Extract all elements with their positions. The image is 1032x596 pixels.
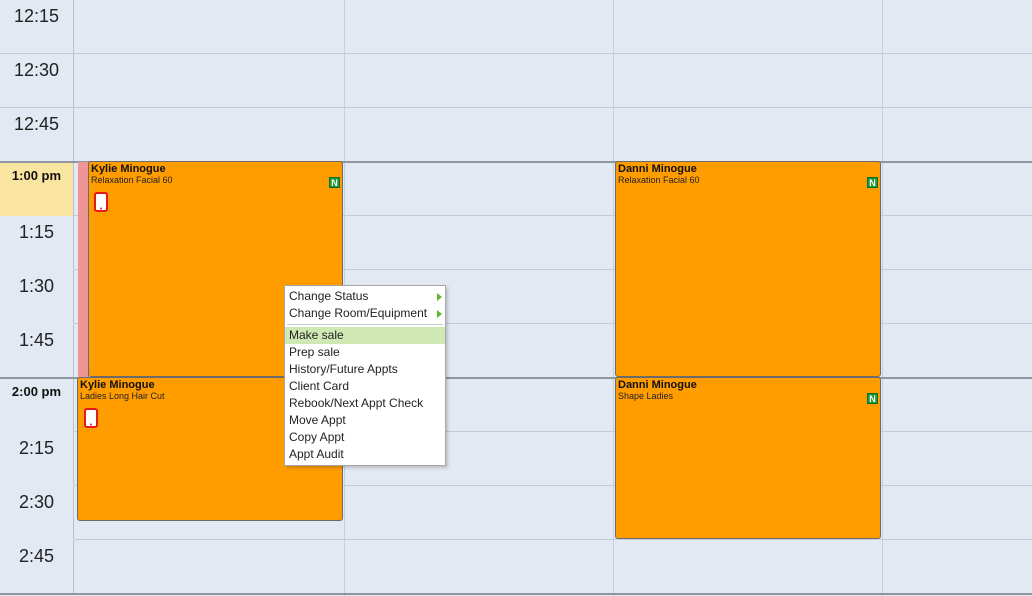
time-slot-label: 12:45 [0, 108, 74, 161]
menu-item-client-card[interactable]: Client Card [285, 378, 445, 395]
time-slot-label: 12:15 [0, 0, 74, 53]
menu-item-make-sale[interactable]: Make sale [285, 327, 445, 344]
appointment-service: Shape Ladies [618, 391, 674, 401]
appointment-client: Danni Minogue [618, 163, 697, 175]
appointment-block[interactable]: Danni Minogue Relaxation Facial 60 N [615, 161, 881, 377]
column-divider [613, 0, 614, 596]
hour-divider [0, 593, 1032, 595]
time-slot-label: 12:30 [0, 54, 74, 107]
time-slot-label: 1:45 [0, 324, 74, 377]
row-divider [74, 539, 1032, 540]
appointment-context-menu: Change Status Change Room/Equipment Make… [284, 285, 446, 466]
row-divider [0, 53, 1032, 54]
time-slot-label: 1:30 [0, 270, 74, 323]
menu-item-change-status[interactable]: Change Status [285, 288, 445, 305]
appointment-client: Kylie Minogue [91, 163, 166, 175]
new-client-badge: N [329, 177, 340, 188]
new-client-badge: N [867, 393, 878, 404]
menu-item-appt-audit[interactable]: Appt Audit [285, 446, 445, 463]
menu-separator [287, 324, 443, 325]
new-client-badge: N [867, 177, 878, 188]
time-slot-label-current: 1:00 pm [0, 163, 74, 216]
row-divider [0, 107, 1032, 108]
column-divider [882, 0, 883, 596]
time-slot-label: 2:00 pm [0, 379, 74, 432]
appointment-service: Relaxation Facial 60 [618, 175, 700, 185]
appointment-client: Danni Minogue [618, 379, 697, 391]
time-slot-label: 2:15 [0, 432, 74, 485]
time-slot-label: 2:45 [0, 540, 74, 593]
menu-item-change-room[interactable]: Change Room/Equipment [285, 305, 445, 322]
menu-item-prep-sale[interactable]: Prep sale [285, 344, 445, 361]
time-slot-label: 1:15 [0, 216, 74, 269]
submenu-arrow-icon [437, 293, 442, 301]
menu-item-copy-appt[interactable]: Copy Appt [285, 429, 445, 446]
menu-item-rebook[interactable]: Rebook/Next Appt Check [285, 395, 445, 412]
calendar-grid: 12:15 12:30 12:45 1:00 pm 1:15 1:30 1:45… [0, 0, 1032, 596]
submenu-arrow-icon [437, 310, 442, 318]
menu-item-move-appt[interactable]: Move Appt [285, 412, 445, 429]
menu-item-history[interactable]: History/Future Appts [285, 361, 445, 378]
appointment-block[interactable]: Danni Minogue Shape Ladies N [615, 377, 881, 539]
mobile-phone-icon [84, 408, 98, 428]
time-slot-label: 2:30 [0, 486, 74, 539]
mobile-phone-icon [94, 192, 108, 212]
appointment-service: Relaxation Facial 60 [91, 175, 173, 185]
